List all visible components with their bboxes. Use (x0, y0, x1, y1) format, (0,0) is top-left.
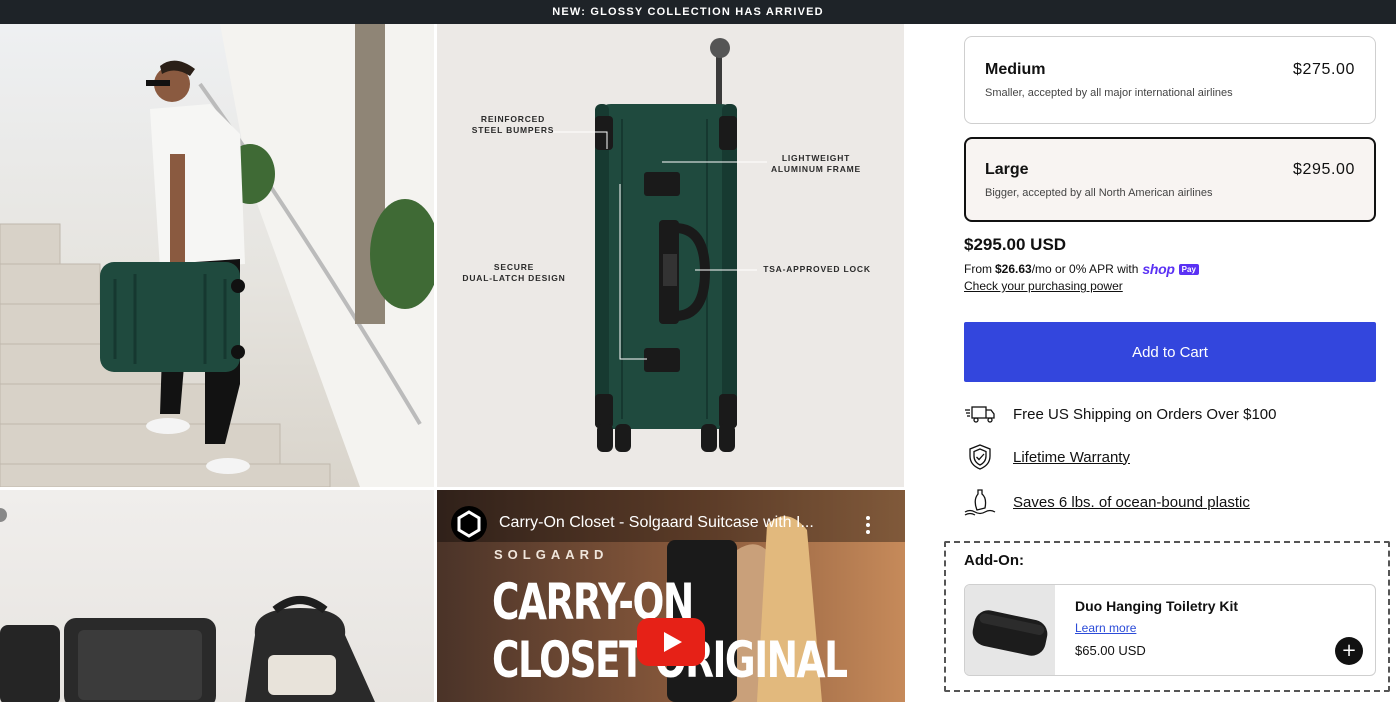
callout-tsa-lock: TSA-APPROVED LOCK (763, 264, 871, 274)
addon-label: Add-On: (964, 552, 1024, 569)
callout-dual-latch: SECURE DUAL-LATCH DESIGN (462, 262, 566, 283)
suitcase-diagram (532, 38, 767, 452)
gallery-image-features[interactable]: REINFORCED STEEL BUMPERS LIGHTWEIGHT ALU… (437, 24, 904, 487)
addon-name: Duo Hanging Toiletry Kit (1075, 598, 1239, 614)
installment-prefix: From (964, 262, 992, 276)
installment-info: From $26.63 /mo or 0% APR with shop Pay (964, 261, 1199, 277)
announcement-text: NEW: GLOSSY COLLECTION HAS ARRIVED (552, 6, 824, 18)
size-price: $295.00 (1292, 161, 1355, 178)
gallery-image-lifestyle[interactable] (0, 24, 434, 487)
add-addon-button[interactable]: + (1335, 637, 1363, 665)
warranty-link[interactable]: Lifetime Warranty (1013, 449, 1130, 466)
size-option-large[interactable]: Large $295.00 Bigger, accepted by all No… (964, 137, 1376, 222)
size-price: $275.00 (1292, 61, 1355, 78)
size-description: Smaller, accepted by all major internati… (985, 87, 1233, 99)
add-to-cart-button[interactable]: Add to Cart (964, 322, 1376, 382)
installment-suffix: /mo or 0% APR with (1031, 262, 1139, 276)
more-options-icon[interactable] (864, 515, 872, 535)
size-description: Bigger, accepted by all North American a… (985, 187, 1213, 199)
youtube-play-icon[interactable] (637, 618, 705, 666)
feature-text: Free US Shipping on Orders Over $100 (1013, 405, 1277, 423)
size-name: Medium (985, 61, 1046, 78)
addon-card[interactable]: Duo Hanging Toiletry Kit Learn more $65.… (964, 584, 1376, 676)
bottle-icon (964, 488, 996, 516)
installment-amount: $26.63 (995, 262, 1032, 276)
shop-pay-badge: Pay (1178, 263, 1199, 275)
product-video[interactable]: Carry-On Closet - Solgaard Suitcase with… (437, 490, 905, 702)
size-option-medium[interactable]: Medium $275.00 Smaller, accepted by all … (964, 36, 1376, 124)
channel-avatar-icon[interactable] (451, 506, 487, 542)
addon-product-image[interactable] (965, 585, 1055, 675)
product-price: $295.00 USD (964, 235, 1067, 254)
size-name: Large (985, 161, 1029, 178)
shop-pay-logo-icon: shop (1142, 261, 1175, 277)
feature-ocean-plastic[interactable]: Saves 6 lbs. of ocean-bound plastic (964, 488, 1250, 516)
callout-reinforced-bumpers: REINFORCED STEEL BUMPERS (471, 114, 555, 135)
addon-price: $65.00 USD (1075, 643, 1146, 658)
callout-lightweight-frame: LIGHTWEIGHT ALUMINUM FRAME (770, 153, 862, 174)
announcement-bar: NEW: GLOSSY COLLECTION HAS ARRIVED (0, 0, 1396, 24)
addon-learn-more-link[interactable]: Learn more (1075, 621, 1136, 635)
video-title[interactable]: Carry-On Closet - Solgaard Suitcase with… (499, 514, 814, 532)
interior-illustration (0, 508, 375, 702)
feature-warranty[interactable]: Lifetime Warranty (964, 443, 1130, 471)
shield-check-icon (964, 443, 996, 471)
ocean-plastic-link[interactable]: Saves 6 lbs. of ocean-bound plastic (1013, 494, 1250, 511)
video-brand: SOLGAARD (494, 547, 609, 562)
truck-icon (964, 400, 996, 428)
purchasing-power-link[interactable]: Check your purchasing power (964, 279, 1123, 293)
lifestyle-illustration (0, 24, 434, 487)
gallery-image-interior[interactable] (0, 490, 434, 702)
feature-free-shipping: Free US Shipping on Orders Over $100 (964, 400, 1276, 428)
